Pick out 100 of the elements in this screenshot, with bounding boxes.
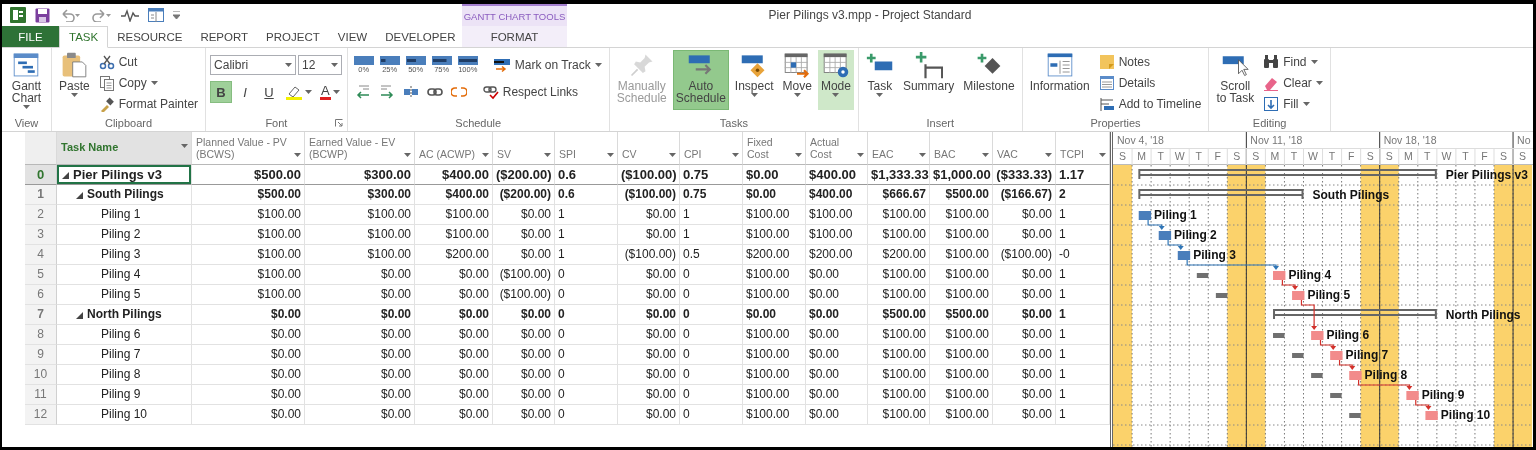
- table-cell: $0.00: [192, 365, 305, 385]
- task-bar[interactable]: [1158, 231, 1172, 240]
- column-header[interactable]: CV: [618, 132, 680, 165]
- table-cell: 0: [680, 305, 743, 325]
- respect-links-button[interactable]: Respect Links: [479, 82, 582, 102]
- project-summary-bar[interactable]: [1138, 169, 1437, 180]
- group-label: Schedule: [455, 117, 502, 129]
- italic-button[interactable]: I: [234, 81, 257, 103]
- details-button[interactable]: Details: [1095, 73, 1205, 93]
- font-size-field[interactable]: 12: [298, 55, 343, 75]
- ribbon-tab[interactable]: VIEW: [328, 26, 377, 47]
- cut-button[interactable]: Cut: [95, 52, 202, 72]
- collapse-triangle-icon[interactable]: [75, 310, 83, 319]
- ribbon-tab[interactable]: PROJECT: [257, 26, 329, 47]
- clear-button[interactable]: Clear: [1260, 73, 1326, 93]
- mode-button[interactable]: Mode: [817, 50, 854, 110]
- save-icon[interactable]: [35, 7, 50, 23]
- column-header[interactable]: Planned Value - PV (BCWS): [192, 132, 305, 165]
- redo-icon[interactable]: [90, 8, 112, 22]
- table-cell: $100.00: [192, 245, 305, 265]
- selected-cell[interactable]: Pier Pilings v3: [57, 165, 192, 185]
- column-header[interactable]: BAC: [930, 132, 993, 165]
- collapse-triangle-icon[interactable]: [75, 190, 83, 199]
- underline-button[interactable]: U: [258, 81, 281, 103]
- customize-caret-icon[interactable]: [173, 11, 180, 19]
- task-name: Piling 3: [101, 246, 141, 263]
- table-cell: $100.00: [930, 205, 993, 225]
- task-bar[interactable]: [1177, 251, 1191, 260]
- contextual-tab[interactable]: FORMAT: [462, 26, 567, 47]
- font-color-button[interactable]: A: [317, 81, 343, 103]
- column-header[interactable]: Task Name: [57, 132, 192, 165]
- scissors-icon: [98, 54, 115, 70]
- summary-bar[interactable]: [1138, 189, 1304, 200]
- activity-icon[interactable]: [121, 8, 139, 22]
- milestone-button[interactable]: Milestone: [960, 50, 1018, 110]
- table-cell: $0.00: [806, 265, 868, 285]
- table-cell: $100.00: [930, 225, 993, 245]
- column-header[interactable]: SV: [493, 132, 555, 165]
- summary-button[interactable]: Summary: [899, 50, 958, 110]
- table-cell: $100.00: [868, 325, 930, 345]
- paste-button[interactable]: Paste: [56, 50, 93, 110]
- table-cell: $0.00: [618, 225, 680, 245]
- bold-button[interactable]: B: [210, 81, 233, 103]
- table-cell: 1: [680, 225, 743, 245]
- file-tab[interactable]: FILE: [2, 26, 59, 47]
- collapse-triangle-icon[interactable]: [61, 170, 69, 179]
- row-number[interactable]: 8: [25, 325, 57, 345]
- find-button[interactable]: Find: [1260, 52, 1326, 72]
- row-number[interactable]: 2: [25, 205, 57, 225]
- auto-schedule-button[interactable]: Auto Schedule: [672, 50, 729, 110]
- undo-icon[interactable]: [59, 8, 81, 22]
- table-cell: $100.00: [868, 405, 930, 425]
- ribbon-tab[interactable]: REPORT: [191, 26, 258, 47]
- table-cell: $100.00: [743, 385, 806, 405]
- fill-button[interactable]: Fill: [1260, 94, 1326, 114]
- font-name-field[interactable]: Calibri: [210, 55, 297, 75]
- table-cell: $0.00: [192, 325, 305, 345]
- row-number[interactable]: 4: [25, 245, 57, 265]
- row-number[interactable]: 10: [25, 365, 57, 385]
- format-painter-button[interactable]: Format Painter: [95, 94, 202, 114]
- column-header[interactable]: Actual Cost: [806, 132, 868, 165]
- column-header[interactable]: Fixed Cost: [743, 132, 806, 165]
- ribbon-tab[interactable]: DEVELOPER: [376, 26, 465, 47]
- caret-icon: [544, 153, 551, 157]
- task-button[interactable]: Task: [862, 50, 897, 110]
- row-number[interactable]: 9: [25, 345, 57, 365]
- project-logo-icon[interactable]: [10, 7, 26, 23]
- ribbon-tab[interactable]: RESOURCE: [108, 26, 192, 47]
- copy-button[interactable]: Copy: [95, 73, 202, 93]
- table-cell: $100.00: [930, 265, 993, 285]
- row-number[interactable]: 6: [25, 285, 57, 305]
- notes-button[interactable]: Notes: [1095, 52, 1205, 72]
- summary-bar[interactable]: [1273, 309, 1437, 320]
- column-header[interactable]: CPI: [680, 132, 743, 165]
- dialog-launcher-icon[interactable]: [334, 119, 343, 127]
- row-number[interactable]: 7: [25, 305, 57, 325]
- add-to-timeline-button[interactable]: Add to Timeline: [1095, 94, 1205, 114]
- inspect-button[interactable]: Inspect: [731, 50, 777, 110]
- column-header[interactable]: VAC: [993, 132, 1056, 165]
- calendar-view-icon[interactable]: [148, 8, 164, 22]
- row-number[interactable]: 12: [25, 405, 57, 425]
- move-button[interactable]: Move: [779, 50, 815, 110]
- gantt-chart-button[interactable]: Gantt Chart: [8, 50, 45, 110]
- table-cell: $0.00: [493, 325, 555, 345]
- column-header[interactable]: EAC: [868, 132, 930, 165]
- row-number[interactable]: 0: [25, 165, 57, 185]
- ribbon-tab[interactable]: TASK: [59, 26, 109, 48]
- task-name: Piling 2: [101, 226, 141, 243]
- mark-on-track-button[interactable]: Mark on Track: [489, 55, 605, 75]
- column-header[interactable]: Earned Value - EV (BCWP): [305, 132, 415, 165]
- row-number[interactable]: 5: [25, 265, 57, 285]
- row-number[interactable]: 11: [25, 385, 57, 405]
- row-number[interactable]: 3: [25, 225, 57, 245]
- column-header[interactable]: SPI: [555, 132, 618, 165]
- information-button[interactable]: Information: [1026, 50, 1093, 110]
- task-bar[interactable]: [1138, 211, 1152, 220]
- scroll-to-task-button[interactable]: Scroll to Task: [1213, 50, 1258, 110]
- table-cell: $0.00: [806, 365, 868, 385]
- row-number[interactable]: 1: [25, 185, 57, 205]
- column-header[interactable]: AC (ACWP): [415, 132, 493, 165]
